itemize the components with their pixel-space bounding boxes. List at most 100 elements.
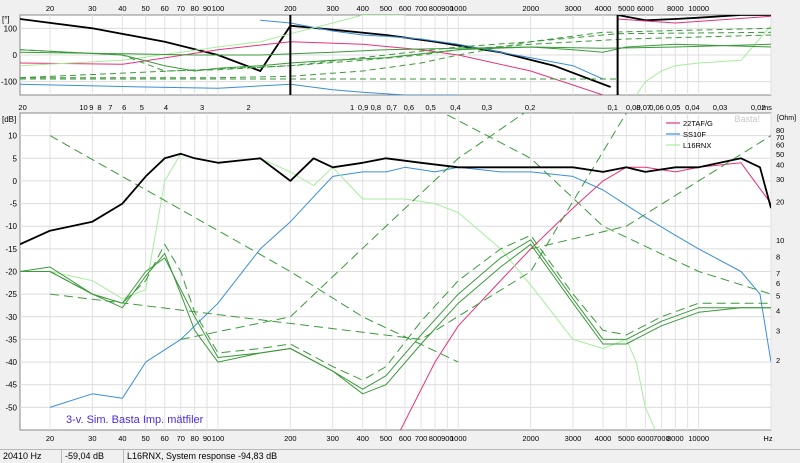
magnitude-x-tick-label: 600 xyxy=(399,434,412,443)
phase-y-tick-label: 100 xyxy=(4,24,18,33)
magnitude-top-tick-label: 0,8 xyxy=(371,103,381,112)
magnitude-y-tick-label: -20 xyxy=(5,268,17,277)
magnitude-top-tick-label: 0,3 xyxy=(482,103,492,112)
magnitude-top-tick-label: 0,5 xyxy=(425,103,435,112)
magnitude-right-tick-label: 3 xyxy=(776,326,780,335)
magnitude-right-tick-label: 10 xyxy=(776,236,784,245)
legend-entry: L16RNX xyxy=(683,141,711,150)
magnitude-top-tick-label: 0,04 xyxy=(685,103,700,112)
magnitude-x-tick-label: 20 xyxy=(46,434,54,443)
magnitude-top-tick-label: ms xyxy=(762,103,772,112)
phase-x-tick-label: 1000 xyxy=(450,4,467,13)
magnitude-top-tick-label: 5 xyxy=(140,103,144,112)
phase-x-tick-label: 60 xyxy=(161,4,169,13)
magnitude-y-tick-label: 5 xyxy=(13,154,18,163)
magnitude-top-tick-label: 0,6 xyxy=(404,103,414,112)
phase-x-tick-label: 8000 xyxy=(667,4,684,13)
magnitude-top-tick-label: 0,9 xyxy=(358,103,368,112)
phase-x-tick-label: 400 xyxy=(356,4,369,13)
magnitude-x-tick-label: 60 xyxy=(161,434,169,443)
magnitude-top-tick-label: 8 xyxy=(97,103,101,112)
phase-x-tick-label: 5000 xyxy=(618,4,635,13)
phase-x-tick-label: 600 xyxy=(399,4,412,13)
magnitude-right-tick-label: 6 xyxy=(776,279,780,288)
magnitude-top-tick-label: 0,03 xyxy=(713,103,728,112)
magnitude-x-tick-label: 6000 xyxy=(637,434,654,443)
phase-x-tick-label: 100 xyxy=(212,4,225,13)
phase-x-tick-label: 6000 xyxy=(637,4,654,13)
phase-x-tick-label: 3000 xyxy=(565,4,582,13)
magnitude-top-tick-label: 3 xyxy=(200,103,204,112)
magnitude-right-tick-label: 7 xyxy=(776,269,780,278)
status-bar: 20410 Hz -59,04 dB L16RNX, System respon… xyxy=(0,449,800,463)
legend-entry: 22TAF/G xyxy=(683,119,713,128)
magnitude-right-tick-label: 30 xyxy=(776,175,784,184)
magnitude-right-tick-label: 60 xyxy=(776,141,784,150)
magnitude-top-tick-label: 0,1 xyxy=(607,103,617,112)
phase-x-tick-label: 700 xyxy=(415,4,428,13)
phase-x-tick-label: 20 xyxy=(46,4,54,13)
magnitude-y-tick-label: 10 xyxy=(8,132,17,141)
phase-x-tick-label: 4000 xyxy=(595,4,612,13)
phase-x-tick-label: 80 xyxy=(191,4,199,13)
chart-annotation: 3-v. Sim. Basta Imp. mätfiler xyxy=(66,414,204,426)
magnitude-right-tick-label: 4 xyxy=(776,306,780,315)
status-message: L16RNX, System response -94,83 dB xyxy=(127,451,278,461)
phase-x-tick-label: 200 xyxy=(284,4,297,13)
magnitude-top-tick-label: 2 xyxy=(246,103,250,112)
magnitude-right-tick-label: 50 xyxy=(776,150,784,159)
magnitude-x-tick-label: 500 xyxy=(380,434,393,443)
magnitude-x-tick-label: 100 xyxy=(212,434,225,443)
phase-y-axis-label: [°] xyxy=(2,15,10,24)
magnitude-top-tick-label: 6 xyxy=(122,103,126,112)
legend-entry: SS10F xyxy=(683,130,706,139)
magnitude-right-tick-label: 40 xyxy=(776,161,784,170)
frequency-response-chart[interactable]: 20 30 40 50 60 70 80 90 100 200 300 400 500 600 700 800… xyxy=(0,0,800,462)
magnitude-y-tick-label: -25 xyxy=(5,290,17,299)
phase-x-tick-label: 10000 xyxy=(688,4,709,13)
phase-x-tick-label: 2000 xyxy=(522,4,539,13)
magnitude-top-tick-label: 0,4 xyxy=(450,103,460,112)
magnitude-right-tick-label: 2 xyxy=(776,356,780,365)
magnitude-x-tick-label: 40 xyxy=(118,434,126,443)
magnitude-top-tick-label: 10 xyxy=(79,103,87,112)
phase-x-tick-label: 300 xyxy=(326,4,339,13)
magnitude-y-tick-label: -30 xyxy=(5,313,17,322)
magnitude-x-tick-label: 400 xyxy=(356,434,369,443)
magnitude-x-tick-label: 8000 xyxy=(667,434,684,443)
magnitude-x-tick-label: 80 xyxy=(191,434,199,443)
magnitude-x-tick-label: 4000 xyxy=(595,434,612,443)
phase-x-tick-label: 70 xyxy=(177,4,185,13)
phase-x-tick-label: 30 xyxy=(88,4,96,13)
phase-x-tick-label: 90 xyxy=(203,4,211,13)
status-level: -59,04 dB xyxy=(62,450,124,463)
magnitude-y-tick-label: -15 xyxy=(5,245,17,254)
magnitude-top-tick-label: 0,2 xyxy=(525,103,535,112)
magnitude-x-tick-label: 200 xyxy=(284,434,297,443)
magnitude-top-tick-label: 7 xyxy=(108,103,112,112)
magnitude-y-tick-label: -5 xyxy=(10,200,18,209)
magnitude-top-tick-label: 1 xyxy=(350,103,354,112)
magnitude-right-tick-label: 8 xyxy=(776,253,780,262)
magnitude-right-axis-label: [Ohm] xyxy=(777,115,796,122)
magnitude-top-tick-label: 0,06 xyxy=(649,103,664,112)
magnitude-x-tick-label: 300 xyxy=(326,434,339,443)
magnitude-top-tick-label: 9 xyxy=(89,103,93,112)
magnitude-y-tick-label: -45 xyxy=(5,381,17,390)
watermark-text: Basta! xyxy=(734,114,760,124)
magnitude-x-tick-label: 30 xyxy=(88,434,96,443)
phase-x-tick-label: 50 xyxy=(141,4,149,13)
phase-y-tick-label: -100 xyxy=(1,78,18,87)
magnitude-x-tick-label: 3000 xyxy=(565,434,582,443)
magnitude-top-tick-label: 4 xyxy=(164,103,168,112)
phase-x-tick-label: 40 xyxy=(118,4,126,13)
magnitude-x-tick-label: 800 xyxy=(429,434,442,443)
magnitude-x-tick-label: 1000 xyxy=(450,434,467,443)
phase-x-tick-label: 800 xyxy=(429,4,442,13)
magnitude-x-tick-label: 700 xyxy=(415,434,428,443)
magnitude-right-tick-label: 5 xyxy=(776,292,780,301)
magnitude-y-tick-label: 0 xyxy=(13,177,18,186)
magnitude-x-tick-label: 10000 xyxy=(688,434,709,443)
magnitude-y-tick-label: -50 xyxy=(5,403,17,412)
phase-y-tick-label: 0 xyxy=(13,51,18,60)
